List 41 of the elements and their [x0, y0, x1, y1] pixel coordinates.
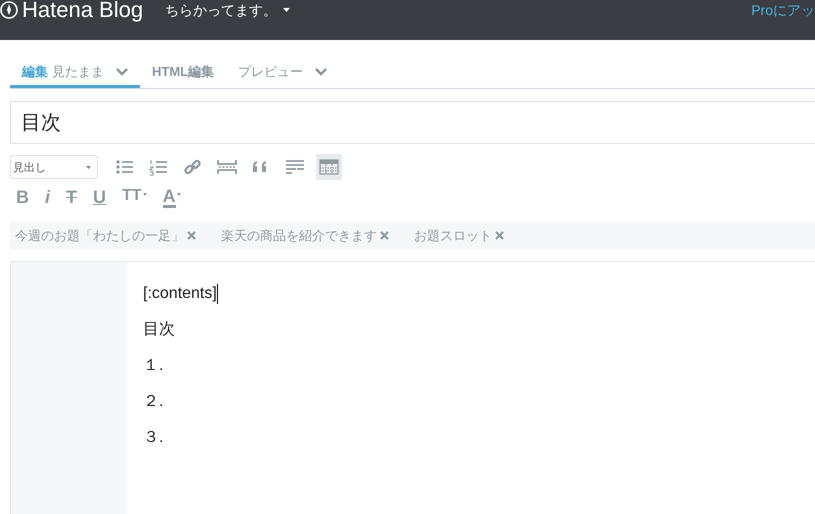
close-icon [187, 231, 196, 240]
close-button[interactable] [380, 231, 389, 240]
editor-text: 目次 [143, 320, 176, 340]
link-icon [183, 158, 203, 176]
editor-text: ３. [143, 428, 164, 448]
close-button[interactable] [187, 231, 196, 240]
table-icon [319, 158, 339, 176]
caret-icon [142, 193, 147, 196]
topic-link[interactable]: 今週のお題「わたしの一足」 [15, 226, 184, 244]
bold-button[interactable]: B [16, 187, 29, 211]
pro-link[interactable]: Proにアッ [751, 0, 815, 20]
page-break-icon [217, 158, 237, 176]
strikethrough-button[interactable]: T [66, 187, 78, 211]
editor-tab[interactable]: プレビュー [226, 59, 340, 88]
caret-icon [86, 166, 91, 168]
italic-button[interactable]: i [45, 187, 50, 211]
editor-text: ２. [143, 392, 164, 412]
close-button[interactable] [495, 231, 504, 240]
bullet-list-icon [115, 158, 135, 176]
blog-title-dropdown[interactable]: ちらかってます。 [165, 0, 290, 20]
text-color-button[interactable]: A [162, 187, 181, 211]
editor-text: １. [143, 356, 164, 376]
logo-text: Hatena Blog [22, 0, 144, 22]
editor-tab[interactable]: HTML編集 [140, 59, 226, 88]
pen-logo-icon [0, 1, 18, 19]
caret-icon [176, 193, 181, 196]
heading-select[interactable]: 見出し [10, 155, 98, 179]
toolbar-button[interactable] [316, 154, 342, 180]
numbered-list-icon [149, 158, 169, 176]
editor-text: [:contents] [143, 284, 218, 304]
footnote-icon [285, 158, 305, 176]
title-field[interactable]: 目次 [10, 101, 815, 144]
caret-icon [283, 8, 290, 12]
underline-button[interactable]: U [93, 187, 106, 211]
font-size-button[interactable]: TT [122, 187, 147, 211]
close-icon [495, 231, 504, 240]
text-cursor [216, 284, 218, 304]
editor-tab[interactable]: 編集 見たまま [10, 59, 140, 88]
close-icon [380, 231, 389, 240]
topic-link[interactable]: 楽天の商品を紹介できます [221, 226, 377, 244]
topic-link[interactable]: お題スロット [414, 226, 492, 244]
